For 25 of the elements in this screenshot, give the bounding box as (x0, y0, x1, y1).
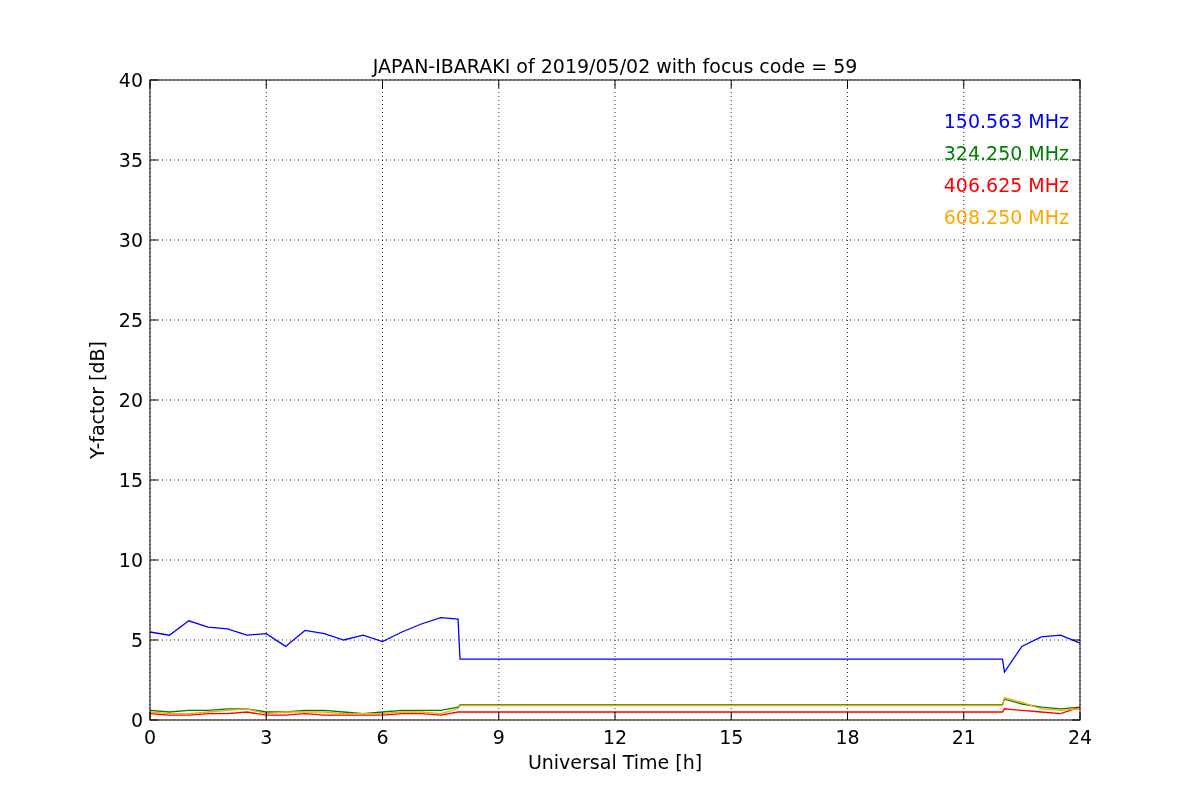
tick-label: 35 (118, 149, 143, 171)
x-axis-label: Universal Time [h] (527, 751, 703, 773)
legend-label: 608.250 MHz (943, 206, 1069, 228)
y-axis-label: Y-factor [dB] (86, 341, 108, 459)
tick-label: 10 (118, 549, 143, 571)
legend-label: 406.625 MHz (943, 174, 1069, 196)
tick-label: 18 (835, 726, 860, 748)
tick-label: 9 (492, 726, 505, 748)
chart-title: JAPAN-IBARAKI of 2019/05/02 with focus code = 59 (372, 55, 858, 77)
tick-label: 20 (118, 389, 143, 411)
legend-label: 150.563 MHz (943, 110, 1069, 132)
legend-label: 324.250 MHz (943, 142, 1069, 164)
tick-label: 0 (130, 709, 143, 731)
tick-label: 3 (260, 726, 273, 748)
tick-label: 24 (1067, 726, 1093, 748)
tick-label: 15 (719, 726, 744, 748)
tick-label: 21 (951, 726, 976, 748)
tick-label: 6 (376, 726, 389, 748)
tick-label: 25 (118, 309, 143, 331)
tick-label: 15 (118, 469, 143, 491)
tick-label: 0 (143, 726, 157, 748)
tick-label: 5 (130, 629, 143, 651)
tick-label: 30 (118, 229, 143, 251)
tick-label: 12 (602, 726, 628, 748)
tick-label: 40 (118, 69, 143, 91)
